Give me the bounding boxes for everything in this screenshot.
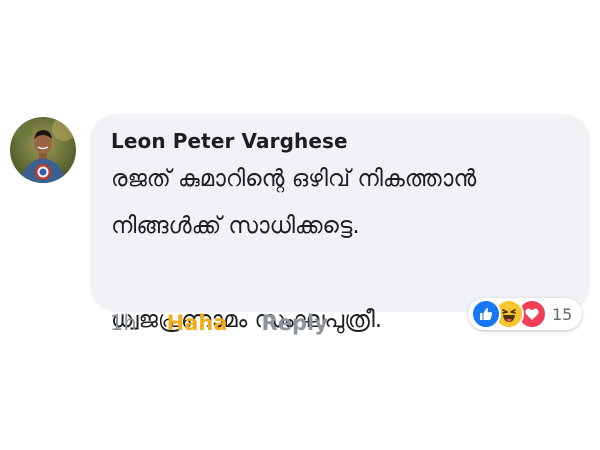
like-icon	[471, 299, 501, 329]
comment-author[interactable]: Leon Peter Varghese	[111, 128, 570, 154]
comment-actions: 1h Haha Reply	[110, 306, 328, 340]
comment-text-line: രജത് കുമാറിന്റെ ഒഴിവ് നികത്താൻ	[111, 166, 477, 192]
haha-reaction-button[interactable]: Haha	[167, 311, 228, 335]
avatar[interactable]	[10, 117, 76, 183]
comment-text-line: നിങ്ങൾക്ക് സാധിക്കട്ടെ.	[111, 213, 360, 239]
reply-button[interactable]: Reply	[262, 311, 328, 335]
comment-timestamp[interactable]: 1h	[110, 311, 137, 335]
comment-bubble: Leon Peter Varghese രജത് കുമാറിന്റെ ഒഴിവ…	[90, 114, 590, 333]
comment-text-blank-line	[111, 250, 570, 297]
reactions-summary[interactable]: 15	[468, 298, 583, 330]
reaction-count: 15	[552, 304, 573, 324]
